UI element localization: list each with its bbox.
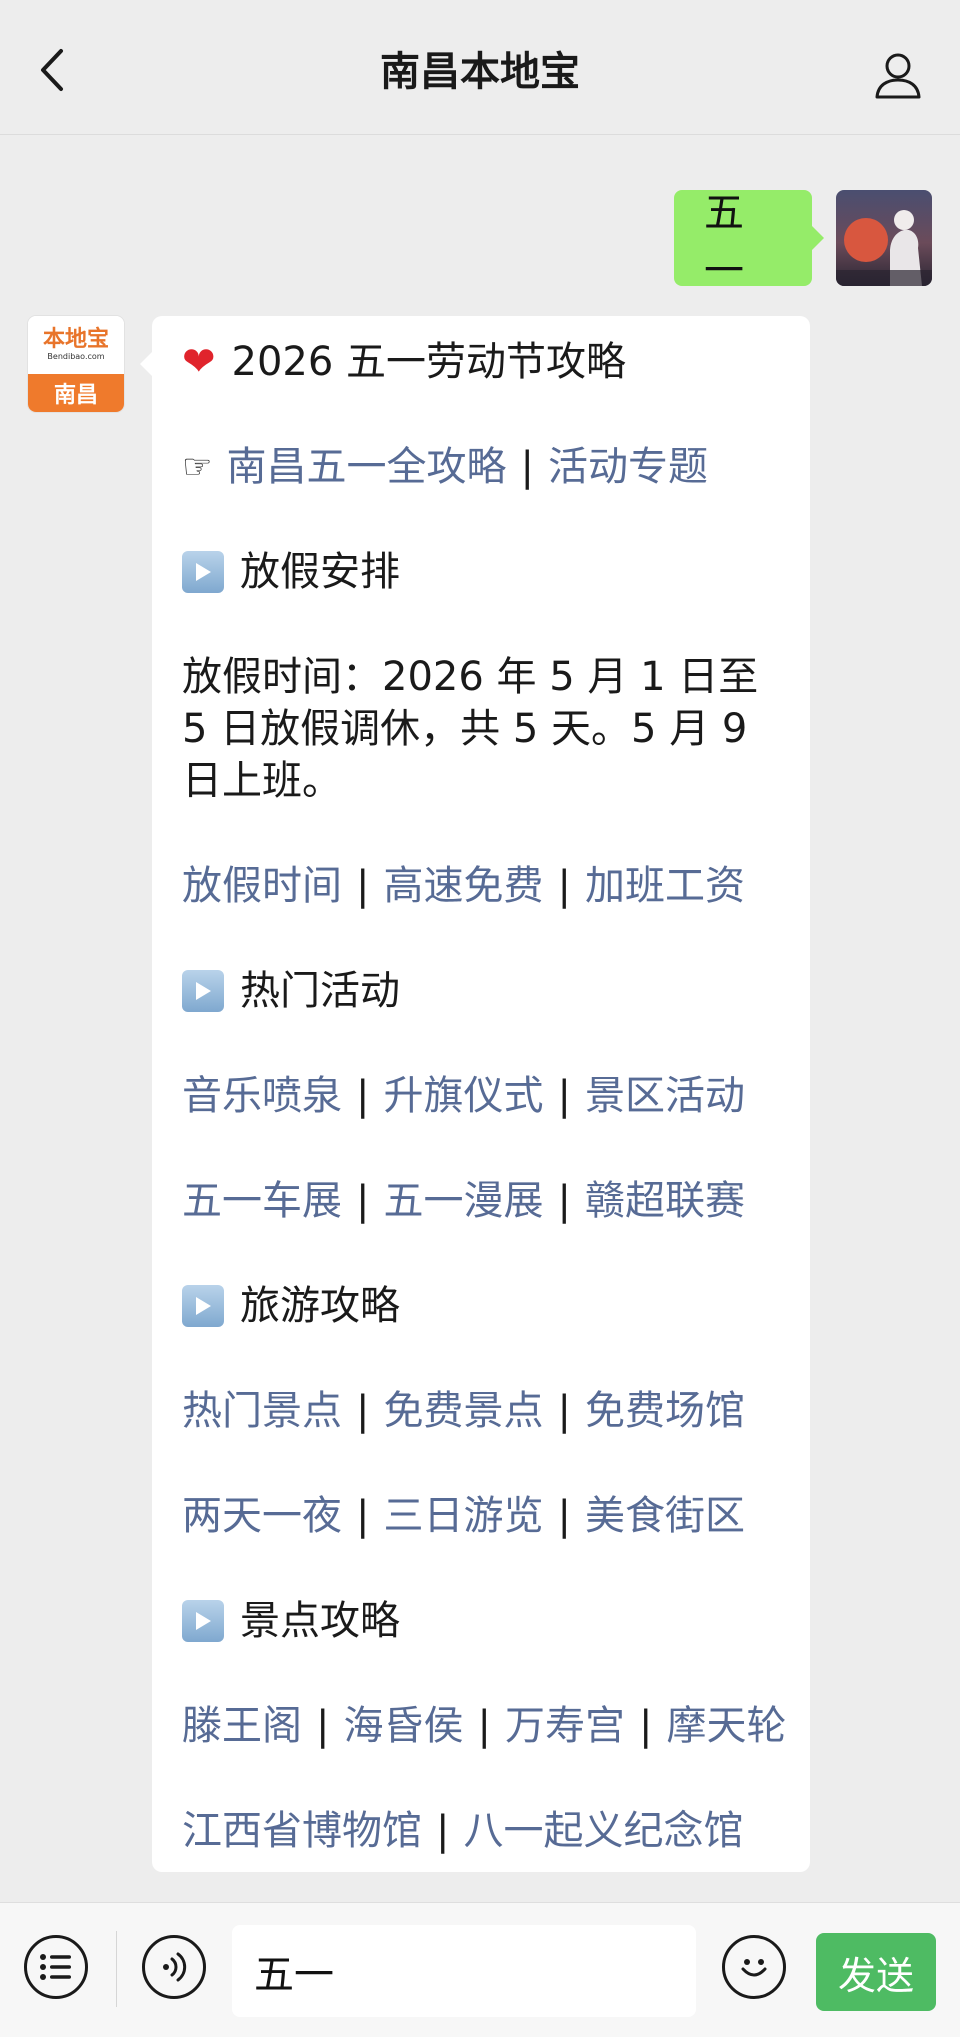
emoji-button[interactable] [722,1935,786,1999]
separator: | [356,1493,370,1539]
section-title: 热门活动 [240,968,400,1014]
holiday-text: 放假时间：2026 年 5 月 1 日至 5 日放假调休，共 5 天。5 月 9… [182,654,759,804]
avatar-logo: 本地宝 Bendibao.com [28,316,124,374]
link-free-highway[interactable]: 高速免费 [383,860,543,912]
link-gan-league[interactable]: 赣超联赛 [585,1175,745,1227]
link-holiday-time[interactable]: 放假时间 [182,860,342,912]
link-tengwang-pavilion[interactable]: 滕王阁 [182,1700,302,1752]
separator: | [316,1703,330,1749]
list-icon [40,1954,71,1980]
link-jiangxi-museum[interactable]: 江西省博物馆 [182,1805,422,1857]
message-input[interactable]: 五一 [232,1925,696,2017]
link-activity-topic[interactable]: 活动专题 [548,441,708,493]
bendibao-avatar[interactable]: 本地宝 Bendibao.com 南昌 [28,316,124,412]
avatar-image [836,190,932,286]
play-icon [182,551,224,593]
user-icon [875,53,921,99]
divider [116,1931,117,2007]
link-haihunhou[interactable]: 海昏侯 [343,1700,463,1752]
travel-links-line-1: 热门景点 | 免费景点 | 免费场馆 [182,1385,780,1437]
page-title: 南昌本地宝 [380,49,580,95]
activity-links-line-1: 音乐喷泉 | 升旗仪式 | 景区活动 [182,1070,780,1122]
section-heading-holiday: 放假安排 [182,546,780,598]
link-ferris-wheel[interactable]: 摩天轮 [666,1700,786,1752]
link-wanshou-palace[interactable]: 万寿宫 [505,1700,625,1752]
spot-links-line-1: 滕王阁 | 海昏侯 | 万寿宫 | 摩天轮 [182,1700,786,1752]
separator: | [356,863,370,909]
link-three-day-tour[interactable]: 三日游览 [383,1490,543,1542]
outgoing-message-bubble[interactable]: 五一 [674,190,824,294]
link-free-spots[interactable]: 免费景点 [383,1385,543,1437]
link-scenic-activities[interactable]: 景区活动 [585,1070,745,1122]
separator: | [557,1493,571,1539]
section-heading-spots: 景点攻略 [182,1595,780,1647]
incoming-message-bubble: ❤ 2026 五一劳动节攻略 ☞ 南昌五一全攻略 | 活动专题 放假安排 放假时… [140,316,810,1872]
separator: | [356,1178,370,1224]
link-overtime-pay[interactable]: 加班工资 [585,860,745,912]
menu-button[interactable] [24,1935,88,1999]
my-avatar[interactable] [836,190,932,286]
avatar-city: 南昌 [28,374,124,412]
send-button[interactable]: 发送 [816,1933,936,2011]
section-heading-travel: 旅游攻略 [182,1280,780,1332]
separator: | [557,863,571,909]
separator: | [477,1703,491,1749]
separator: | [356,1388,370,1434]
avatar-domain: Bendibao.com [47,352,105,361]
link-food-street[interactable]: 美食街区 [585,1490,745,1542]
section-title: 放假安排 [240,549,400,595]
heart-icon: ❤ [182,339,216,385]
holiday-links-line: 放假时间 | 高速免费 | 加班工资 [182,860,780,912]
link-popular-spots[interactable]: 热门景点 [182,1385,342,1437]
pointing-hand-icon: ☞ [182,447,213,487]
section-title: 旅游攻略 [240,1283,400,1329]
message-heading: 2026 五一劳动节攻略 [231,339,627,385]
separator: | [436,1808,450,1854]
link-bayi-memorial[interactable]: 八一起义纪念馆 [463,1805,743,1857]
separator: | [557,1178,571,1224]
section-heading-activities: 热门活动 [182,965,780,1017]
section-title: 景点攻略 [240,1598,400,1644]
separator: | [557,1073,571,1119]
link-car-show[interactable]: 五一车展 [182,1175,342,1227]
link-comic-expo[interactable]: 五一漫展 [383,1175,543,1227]
bottom-input-bar: 五一 发送 [0,1902,960,2037]
spot-links-line-2: 江西省博物馆 | 八一起义纪念馆 [182,1805,780,1857]
link-flag-raising[interactable]: 升旗仪式 [383,1070,543,1122]
smiley-icon [741,1959,767,1977]
link-free-venues[interactable]: 免费场馆 [585,1385,745,1437]
voice-button[interactable] [142,1935,206,1999]
profile-button[interactable] [870,48,926,104]
activity-links-line-2: 五一车展 | 五一漫展 | 赣超联赛 [182,1175,780,1227]
link-two-day-trip[interactable]: 两天一夜 [182,1490,342,1542]
separator: | [557,1388,571,1434]
top-bar: 南昌本地宝 [0,0,960,135]
link-nanchang-guide[interactable]: 南昌五一全攻略 [226,441,506,493]
separator: | [356,1073,370,1119]
play-icon [182,1600,224,1642]
avatar-brand: 本地宝 [42,327,109,352]
play-icon [182,1285,224,1327]
separator: | [638,1703,653,1749]
voice-icon [163,1952,187,1982]
play-icon [182,970,224,1012]
travel-links-line-2: 两天一夜 | 三日游览 | 美食街区 [182,1490,780,1542]
separator: | [520,444,534,490]
message-heading-line: ❤ 2026 五一劳动节攻略 [182,336,780,388]
link-music-fountain[interactable]: 音乐喷泉 [182,1070,342,1122]
top-links-line: ☞ 南昌五一全攻略 | 活动专题 [182,441,780,493]
